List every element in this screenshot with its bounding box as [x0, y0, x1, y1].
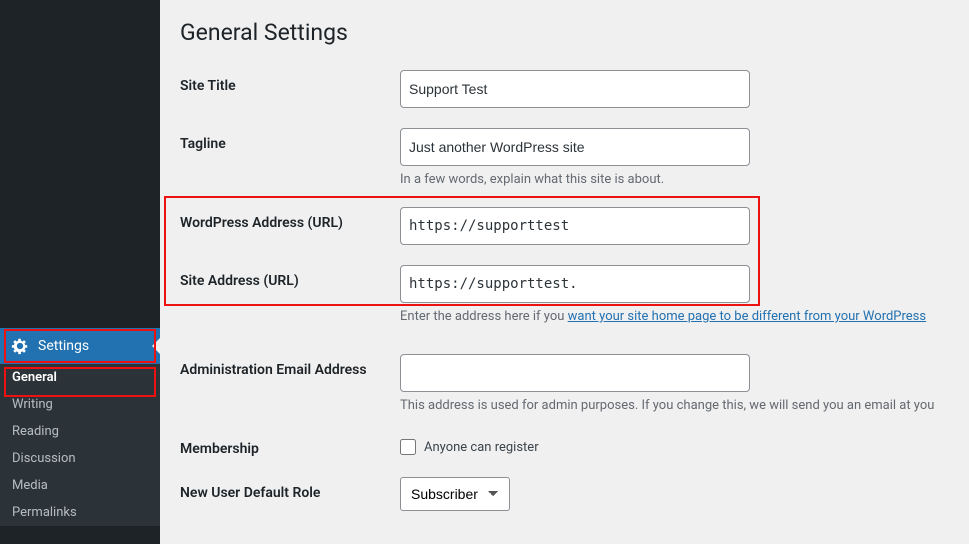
sidebar-item-label: Writing [12, 397, 53, 412]
settings-icon [10, 336, 30, 356]
row-wp-url: WordPress Address (URL) [180, 207, 949, 245]
row-admin-email: Administration Email Address This addres… [180, 354, 949, 413]
row-membership: Membership Anyone can register [180, 433, 949, 457]
page-title: General Settings [180, 10, 949, 50]
current-arrow-icon [152, 338, 160, 354]
sidebar-item-permalinks[interactable]: Permalinks [0, 499, 160, 526]
membership-checkbox[interactable] [400, 439, 416, 455]
label-default-role: New User Default Role [180, 477, 400, 501]
row-default-role: New User Default Role Subscriber [180, 477, 949, 511]
admin-sidebar: Settings General Writing Reading Discuss… [0, 0, 160, 544]
label-admin-email: Administration Email Address [180, 354, 400, 378]
content-area: General Settings Site Title Tagline In a… [160, 0, 969, 544]
admin-email-input[interactable] [400, 354, 750, 392]
settings-form: Site Title Tagline In a few words, expla… [180, 70, 949, 511]
label-site-title: Site Title [180, 70, 400, 94]
tagline-description: In a few words, explain what this site i… [400, 172, 949, 187]
sidebar-item-label: Permalinks [12, 505, 77, 520]
label-site-url: Site Address (URL) [180, 265, 400, 289]
sidebar-item-label: General [12, 370, 57, 385]
default-role-select[interactable]: Subscriber [400, 477, 510, 511]
sidebar-item-general[interactable]: General [0, 364, 160, 391]
site-url-help-link[interactable]: want your site home page to be different… [568, 309, 926, 324]
site-title-input[interactable] [400, 70, 750, 108]
sidebar-item-media[interactable]: Media [0, 472, 160, 499]
site-url-description: Enter the address here if you want your … [400, 309, 949, 324]
sidebar-item-settings[interactable]: Settings [0, 328, 160, 364]
label-membership: Membership [180, 433, 400, 457]
membership-checkbox-label: Anyone can register [424, 440, 539, 455]
row-tagline: Tagline In a few words, explain what thi… [180, 128, 949, 187]
label-wp-url: WordPress Address (URL) [180, 207, 400, 231]
row-site-title: Site Title [180, 70, 949, 108]
sidebar-item-writing[interactable]: Writing [0, 391, 160, 418]
desc-text: Enter the address here if you [400, 309, 568, 324]
sidebar-item-reading[interactable]: Reading [0, 418, 160, 445]
wp-url-input[interactable] [400, 207, 750, 245]
sidebar-item-discussion[interactable]: Discussion [0, 445, 160, 472]
row-site-url: Site Address (URL) Enter the address her… [180, 265, 949, 324]
sidebar-item-label: Reading [12, 424, 59, 439]
site-url-input[interactable] [400, 265, 750, 303]
label-tagline: Tagline [180, 128, 400, 152]
sidebar-item-label: Discussion [12, 451, 76, 466]
sidebar-item-label: Media [12, 478, 48, 493]
sidebar-settings-label: Settings [38, 338, 89, 354]
admin-email-description: This address is used for admin purposes.… [400, 398, 949, 413]
tagline-input[interactable] [400, 128, 750, 166]
